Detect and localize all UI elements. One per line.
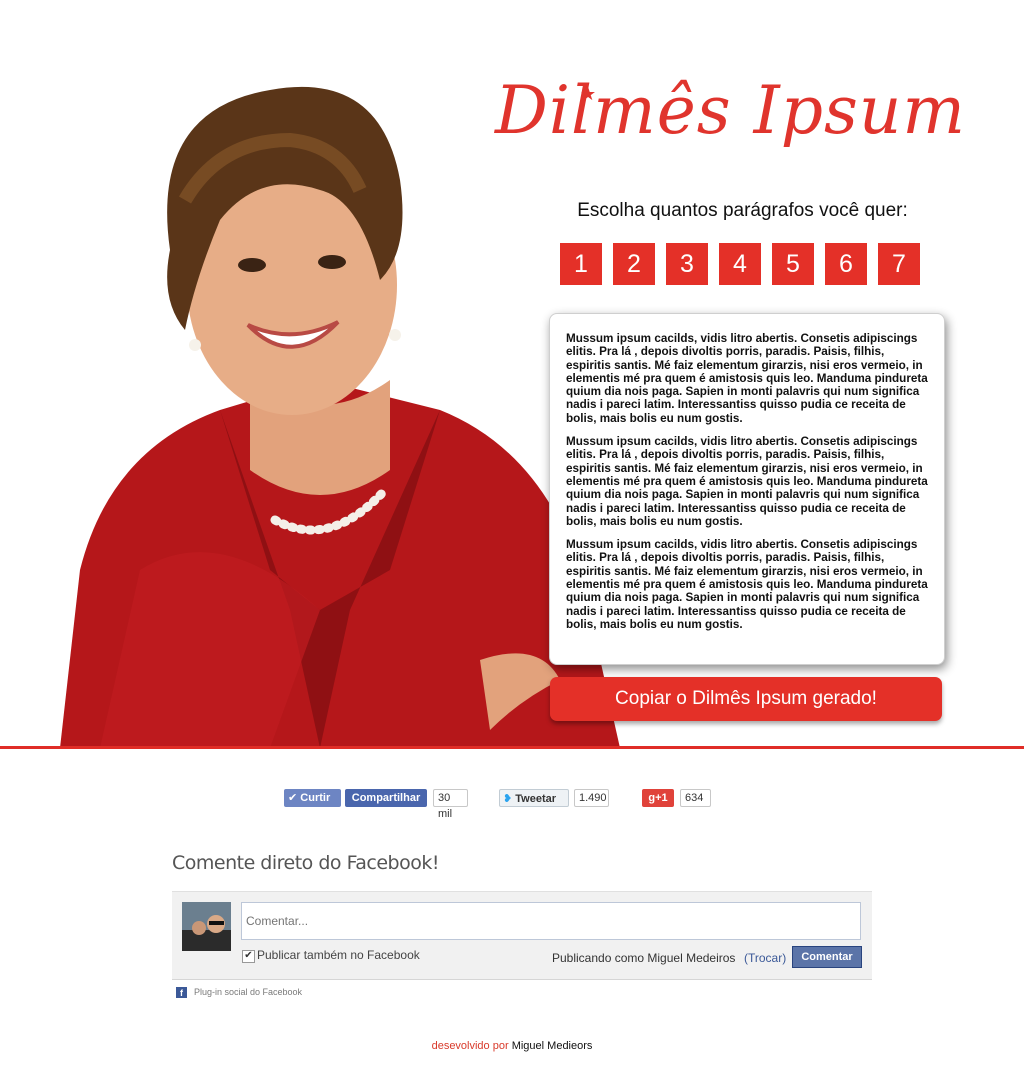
avatar-photo — [182, 902, 231, 951]
paragraph-count-button-6[interactable]: 6 — [825, 243, 867, 285]
change-account-link[interactable]: (Trocar) — [744, 951, 786, 965]
footer-author-link[interactable]: Miguel Medieors — [512, 1040, 593, 1052]
paragraph-count-button-7[interactable]: 7 — [878, 243, 920, 285]
facebook-count: 30 mil — [433, 789, 468, 820]
check-icon: ✔ — [288, 792, 298, 804]
paragraph-count-button-1[interactable]: 1 — [560, 243, 602, 285]
paragraph-count-prompt: Escolha quantos parágrafos você quer: — [577, 200, 908, 221]
facebook-icon: f — [176, 987, 187, 998]
plugin-note: f Plug-in social do Facebook — [176, 987, 302, 998]
footer: desevolvido por Miguel Medieors — [0, 1040, 1024, 1052]
posting-as-text: Publicando como Miguel Medeiros — [552, 951, 736, 965]
google-plus-count: 634 — [680, 789, 711, 807]
tweet-count: 1.490 — [574, 789, 609, 807]
site-logo: Dilmês Ipsum ★ — [495, 72, 975, 182]
twitter-bird-icon: ❥ — [503, 793, 513, 805]
tweet-button[interactable]: ❥ Tweetar — [499, 789, 569, 807]
star-icon: ★ — [580, 84, 598, 105]
generated-paragraph: Mussum ipsum cacilds, vidis litro aberti… — [566, 332, 928, 425]
avatar — [182, 902, 231, 951]
copy-text-button[interactable]: Copiar o Dilmês Ipsum gerado! — [550, 677, 942, 721]
hero-section: Dilmês Ipsum ★ Escolha quantos parágrafo… — [0, 0, 1024, 748]
comment-input[interactable] — [241, 902, 861, 940]
facebook-like-button[interactable]: ✔ Curtir — [284, 789, 341, 807]
paragraph-count-button-5[interactable]: 5 — [772, 243, 814, 285]
comment-submit-button[interactable]: Comentar — [792, 946, 862, 968]
paragraph-count-button-3[interactable]: 3 — [666, 243, 708, 285]
comments-heading: Comente direto do Facebook! — [172, 852, 439, 874]
footer-prefix: desevolvido por — [431, 1040, 509, 1052]
paragraph-count-button-4[interactable]: 4 — [719, 243, 761, 285]
facebook-like-label: Curtir — [300, 792, 331, 804]
generated-paragraph: Mussum ipsum cacilds, vidis litro aberti… — [566, 538, 928, 631]
generated-text-box[interactable]: Mussum ipsum cacilds, vidis litro aberti… — [549, 313, 945, 665]
generated-paragraph: Mussum ipsum cacilds, vidis litro aberti… — [566, 435, 928, 528]
publish-label: Publicar também no Facebook — [257, 948, 420, 962]
plugin-note-text[interactable]: Plug-in social do Facebook — [194, 987, 302, 997]
logo-text: Dilmês Ipsum — [495, 72, 966, 149]
google-plus-button[interactable]: g+1 — [642, 789, 674, 807]
paragraph-count-button-2[interactable]: 2 — [613, 243, 655, 285]
hero-divider — [0, 746, 1024, 749]
tweet-label: Tweetar — [515, 793, 557, 805]
facebook-share-button[interactable]: Compartilhar — [345, 789, 427, 807]
publish-checkbox[interactable]: ✔ — [242, 950, 255, 963]
